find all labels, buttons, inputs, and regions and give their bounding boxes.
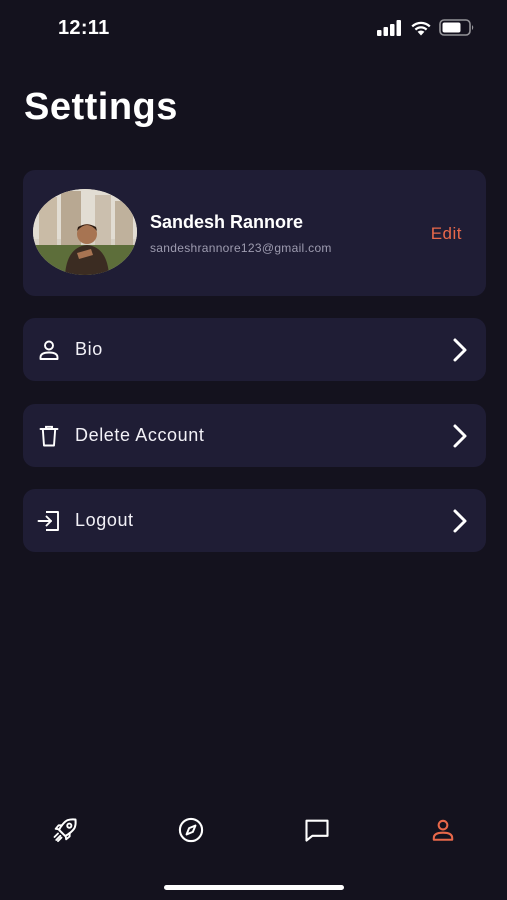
chevron-right-icon [453,338,467,362]
avatar [33,189,137,275]
wifi-icon [411,21,431,35]
menu-label-delete-account: Delete Account [75,425,205,445]
rocket-icon [53,818,77,843]
chevron-right-icon [453,424,467,448]
bottom-tab-bar [0,810,507,850]
menu-item-delete-account[interactable]: Delete Account [23,404,486,467]
trash-icon [39,425,59,447]
person-icon [39,340,59,360]
home-indicator [164,885,344,890]
profile-name: Sandesh Rannore [150,212,304,232]
status-bar: 12:11 [0,0,507,60]
status-time: 12:11 [58,17,110,39]
menu-label-bio: Bio [75,339,103,359]
tab-rocket[interactable] [45,810,85,850]
logout-icon [37,511,59,531]
tab-explore[interactable] [171,810,211,850]
battery-icon [439,19,474,36]
compass-icon [178,817,204,843]
menu-item-logout[interactable]: Logout [23,489,486,552]
tab-chat[interactable] [297,810,337,850]
person-icon [432,819,454,841]
tab-profile[interactable] [423,810,463,850]
page-title: Settings [24,86,178,128]
chat-icon [305,819,329,842]
chevron-right-icon [453,509,467,533]
profile-email: sandeshrannore123@gmail.com [150,241,332,255]
menu-label-logout: Logout [75,510,134,530]
signal-icon [377,19,401,36]
status-icons [377,19,475,36]
profile-card: Sandesh Rannore sandeshrannore123@gmail.… [23,170,486,296]
edit-profile-button[interactable]: Edit [431,224,462,244]
menu-item-bio[interactable]: Bio [23,318,486,381]
